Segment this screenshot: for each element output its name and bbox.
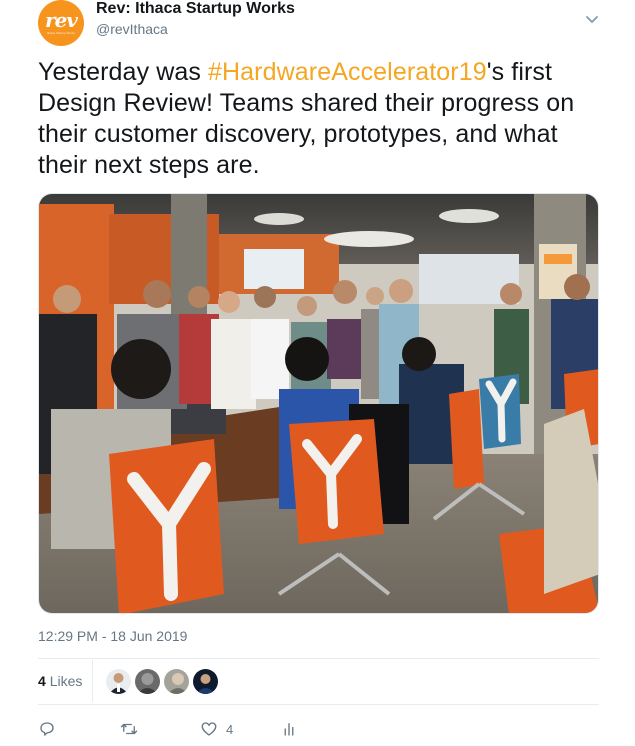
liker-avatars [106, 669, 218, 695]
tweet-header: rev Ithaca Startup Works Rev: Ithaca Sta… [38, 0, 608, 48]
account-handle[interactable]: @revIthaca [96, 21, 168, 37]
like-count: 4 [226, 721, 234, 737]
likes-stat[interactable]: 4 Likes [38, 673, 82, 689]
retweet-icon [120, 723, 138, 735]
like-button[interactable]: 4 [200, 716, 233, 742]
liker-avatar[interactable] [164, 669, 189, 694]
analytics-icon [284, 723, 294, 736]
tweet-photo[interactable] [38, 193, 599, 614]
divider [38, 658, 599, 659]
liker-avatar[interactable] [135, 669, 160, 694]
hashtag-link[interactable]: #HardwareAccelerator19 [208, 58, 487, 86]
analytics-button[interactable] [280, 716, 298, 742]
avatar-logo-subtext: Ithaca Startup Works [47, 31, 75, 35]
likes-count: 4 [38, 673, 46, 689]
avatar-logo-text: rev [45, 8, 78, 32]
likes-label: Likes [49, 673, 83, 689]
display-name[interactable]: Rev: Ithaca Startup Works [96, 0, 295, 18]
tweet-text-before: Yesterday was [38, 58, 209, 86]
stat-separator [92, 660, 93, 702]
reply-icon [40, 722, 54, 736]
meeting-photo [39, 194, 598, 613]
reply-button[interactable] [38, 716, 64, 742]
tweet-text: Yesterday was #HardwareAccelerator19's f… [38, 57, 598, 181]
account-avatar[interactable]: rev Ithaca Startup Works [38, 0, 84, 46]
like-icon [201, 722, 217, 736]
chevron-down-icon[interactable] [582, 9, 602, 29]
retweet-button[interactable] [120, 716, 146, 742]
divider [38, 704, 599, 705]
liker-avatar[interactable] [106, 669, 131, 694]
tweet-timestamp[interactable]: 12:29 PM - 18 Jun 2019 [38, 628, 187, 644]
liker-avatar[interactable] [193, 669, 218, 694]
tweet-actions: 4 [38, 716, 338, 742]
